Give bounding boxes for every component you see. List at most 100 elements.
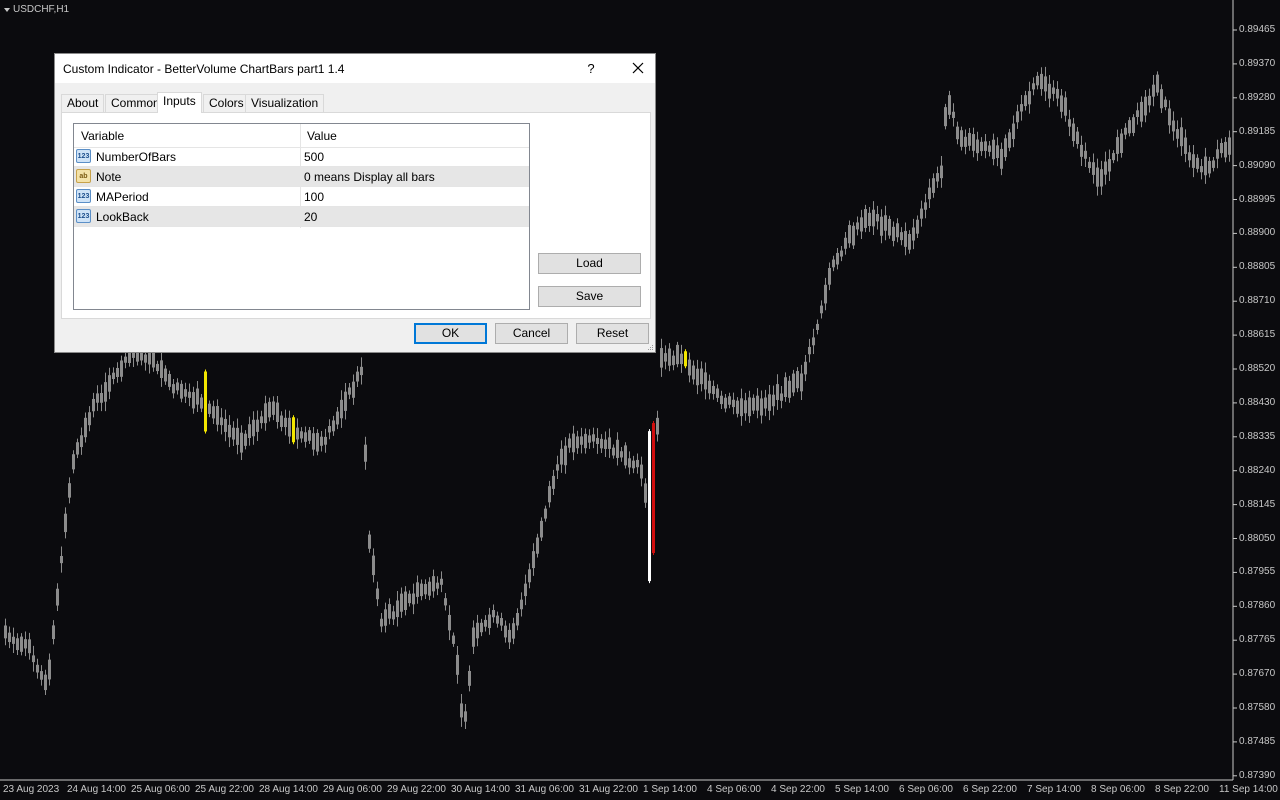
price-bar — [72, 454, 75, 470]
param-row[interactable]: 123 MAPeriod 100 — [74, 187, 529, 207]
price-bar — [1200, 166, 1203, 173]
ok-button[interactable]: OK — [414, 323, 487, 344]
price-bar — [44, 674, 47, 691]
price-bar — [36, 664, 39, 673]
price-bar — [984, 141, 987, 151]
price-tick-label: 0.88335 — [1239, 430, 1276, 442]
load-button[interactable]: Load — [538, 253, 641, 274]
resize-grip-icon[interactable] — [646, 343, 654, 351]
price-bar — [328, 426, 331, 433]
price-bar — [1172, 120, 1175, 132]
price-bar — [1108, 159, 1111, 172]
price-bar — [324, 436, 327, 445]
price-bar — [116, 367, 119, 377]
param-row[interactable]: 123 LookBack 20 — [74, 207, 529, 227]
price-bar — [1152, 84, 1155, 97]
tab-colors[interactable]: Colors — [203, 94, 250, 112]
price-tick-label: 0.88240 — [1239, 464, 1276, 476]
price-bar — [32, 655, 35, 663]
tab-visualization[interactable]: Visualization — [245, 94, 325, 112]
price-bar — [816, 323, 819, 330]
price-bar — [996, 145, 999, 159]
price-bar — [932, 178, 935, 193]
price-bar — [388, 604, 391, 619]
param-row[interactable]: ab Note 0 means Display all bars — [74, 167, 529, 187]
param-value[interactable]: 100 — [304, 190, 324, 204]
price-bar — [60, 556, 63, 564]
price-bar — [676, 344, 679, 365]
inputs-grid[interactable]: Variable Value 123 NumberOfBars 500 ab N… — [73, 123, 530, 310]
price-bar — [868, 212, 871, 226]
inputs-panel: Variable Value 123 NumberOfBars 500 ab N… — [61, 112, 651, 319]
price-bar — [244, 433, 247, 446]
value-column-header[interactable]: Value — [307, 129, 337, 143]
price-bar — [752, 397, 755, 411]
price-bar — [112, 372, 115, 380]
price-bar — [1132, 117, 1135, 133]
param-name: NumberOfBars — [96, 150, 177, 164]
price-bar — [552, 475, 555, 489]
price-bar — [1000, 148, 1003, 169]
price-bar — [524, 583, 527, 597]
price-bar — [640, 464, 643, 479]
price-tick-label: 0.89280 — [1239, 91, 1276, 103]
price-bar — [1176, 129, 1179, 139]
time-tick-label: 30 Aug 14:00 — [451, 784, 510, 795]
price-bar — [1188, 152, 1191, 161]
variable-column-header[interactable]: Variable — [81, 129, 124, 143]
price-bar — [376, 588, 379, 600]
param-value[interactable]: 20 — [304, 210, 317, 224]
price-bar — [12, 636, 15, 644]
price-bar — [344, 391, 347, 411]
price-bar — [472, 627, 475, 647]
price-bar — [1168, 108, 1171, 126]
price-bar — [596, 437, 599, 445]
param-row[interactable]: 123 NumberOfBars 500 — [74, 147, 529, 167]
price-bar — [532, 551, 535, 569]
price-bar — [808, 346, 811, 355]
price-tick-label: 0.89370 — [1239, 57, 1276, 69]
price-bar — [280, 415, 283, 427]
price-bar — [980, 141, 983, 152]
price-bar — [856, 222, 859, 230]
tab-about[interactable]: About — [61, 94, 105, 112]
price-bar — [288, 417, 291, 437]
price-bar — [8, 632, 11, 643]
save-button[interactable]: Save — [538, 286, 641, 307]
tab-inputs[interactable]: Inputs — [157, 92, 202, 113]
price-bar — [412, 593, 415, 605]
param-value[interactable]: 0 means Display all bars — [304, 170, 435, 184]
dialog-titlebar[interactable]: Custom Indicator - BetterVolume ChartBar… — [55, 54, 655, 83]
close-button[interactable] — [621, 54, 655, 83]
price-tick-label: 0.87670 — [1239, 668, 1276, 680]
help-button[interactable]: ? — [577, 54, 605, 83]
dropdown-arrow-icon[interactable] — [4, 7, 10, 12]
price-bar — [396, 600, 399, 618]
price-bar — [76, 442, 79, 455]
price-bar — [468, 670, 471, 686]
cancel-button[interactable]: Cancel — [495, 323, 568, 344]
price-bar — [740, 398, 743, 417]
price-bar — [656, 417, 659, 435]
price-bar — [1032, 83, 1035, 90]
price-bar — [744, 400, 747, 414]
price-bar — [772, 394, 775, 407]
price-bar — [364, 444, 367, 462]
symbol-label[interactable]: USDCHF,H1 — [4, 4, 69, 15]
price-bar — [1044, 76, 1047, 92]
price-bar — [300, 431, 303, 439]
price-bar — [624, 445, 627, 466]
price-bar — [828, 267, 831, 285]
price-bar — [944, 107, 947, 127]
time-tick-label: 31 Aug 22:00 — [579, 784, 638, 795]
price-bar — [504, 625, 507, 638]
price-bar — [216, 406, 219, 425]
price-bar — [1116, 137, 1119, 154]
price-bar — [168, 374, 171, 387]
price-tick-label: 0.87580 — [1239, 702, 1276, 713]
reset-button[interactable]: Reset — [576, 323, 649, 344]
price-bar — [848, 225, 851, 244]
param-value[interactable]: 500 — [304, 150, 324, 164]
price-tick-label: 0.88710 — [1239, 295, 1276, 307]
price-bar — [488, 614, 491, 629]
